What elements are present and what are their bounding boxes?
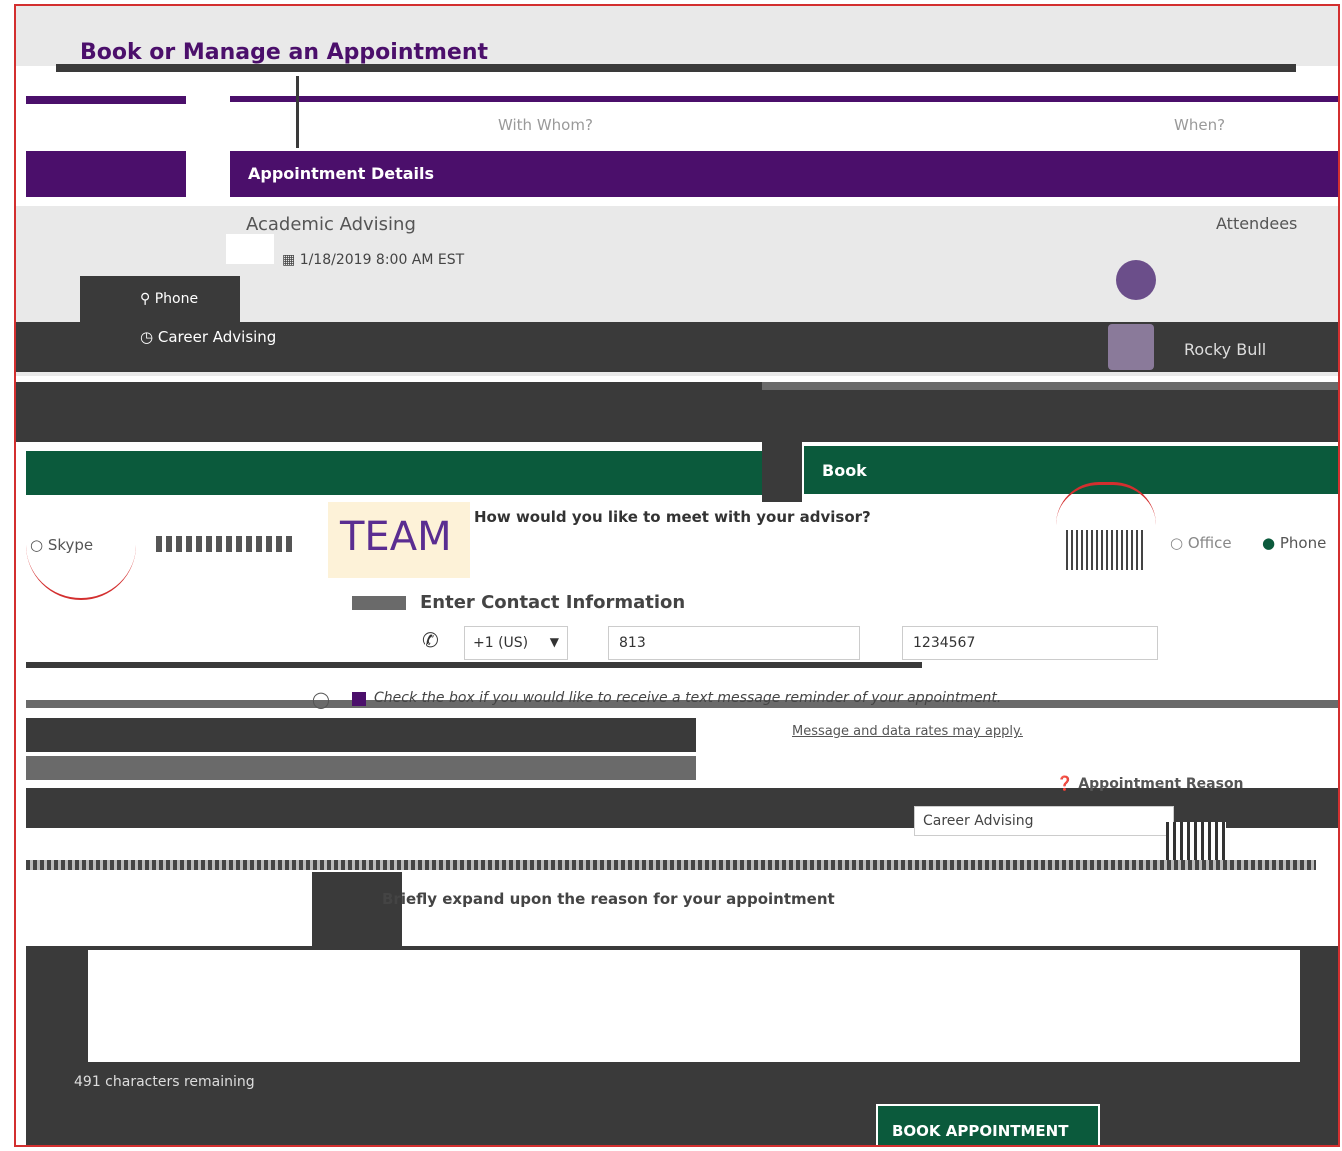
phone-label: Phone [1279, 534, 1327, 552]
glitch-strip [762, 382, 1338, 390]
meeting-option-office[interactable]: ○ Office [1170, 534, 1232, 552]
phone-number-value: 1234567 [913, 635, 976, 651]
phone-icon: ✆ [422, 628, 439, 652]
annotation-circle-bottom [26, 532, 136, 600]
header-glitch-line [56, 64, 1296, 72]
area-code-input[interactable]: 813 [608, 626, 860, 660]
step-with-whom[interactable]: With Whom? [498, 116, 593, 134]
dark-glitch-band [16, 382, 1338, 442]
country-code-value: +1 (US) [473, 635, 529, 651]
glitch-chevrons [156, 536, 296, 552]
page-title: Book or Manage an Appointment [80, 40, 489, 65]
reason-value: Career Advising [923, 813, 1034, 829]
screenshot-frame: Book or Manage an Appointment With Whom?… [14, 4, 1340, 1147]
expand-textarea[interactable] [88, 950, 1300, 1062]
step-progress-line [230, 96, 1338, 102]
book-title: Book [822, 461, 867, 480]
country-code-select[interactable]: +1 (US) ▼ [464, 626, 568, 660]
glitch-line-1 [26, 662, 922, 668]
glitch-block-1 [26, 718, 696, 752]
office-label: Office [1187, 534, 1232, 552]
location-text: Phone [154, 291, 199, 307]
appointment-datetime: ▦ 1/18/2019 8:00 AM EST [282, 252, 464, 268]
glitch-block-2 [26, 756, 696, 780]
attendees-label: Attendees [1216, 214, 1298, 233]
reason-label: Appointment Reason [1078, 776, 1244, 792]
chars-remaining: 491 characters remaining [74, 1074, 255, 1090]
sms-checkbox[interactable] [352, 692, 366, 706]
location-row: ⚲ Phone [140, 291, 198, 307]
attendee-avatar [1108, 324, 1154, 370]
contact-glitch [352, 596, 406, 610]
step-marker [296, 76, 299, 148]
meeting-option-phone[interactable]: ● Phone [1262, 534, 1326, 552]
glitch-bars [1066, 530, 1146, 570]
phone-radio-icon[interactable]: ● [1262, 534, 1280, 552]
book-header: Book [804, 446, 1338, 494]
service-name: Academic Advising [246, 214, 416, 235]
sms-checkbox-label: Check the box if you would like to recei… [374, 690, 1002, 706]
book-header-left [26, 451, 762, 495]
chevron-down-icon: ▼ [549, 635, 559, 649]
phone-number-input[interactable]: 1234567 [902, 626, 1158, 660]
help-icon: ❓ [1056, 776, 1079, 792]
clock-icon: ◷ [140, 328, 158, 346]
datetime-text: 1/18/2019 8:00 AM EST [299, 252, 465, 268]
sms-note: Message and data rates may apply. [792, 724, 1023, 739]
contact-heading: Enter Contact Information [420, 592, 686, 613]
appointment-details-header: Appointment Details [230, 151, 1338, 197]
category-text: Career Advising [157, 328, 277, 346]
area-code-value: 813 [619, 635, 646, 651]
book-appointment-label: BOOK APPOINTMENT [892, 1122, 1069, 1140]
office-radio-icon[interactable]: ○ [1170, 534, 1188, 552]
glitch-stripe [26, 860, 1316, 870]
team-label-box: TEAM [328, 502, 470, 578]
book-appointment-button[interactable]: BOOK APPOINTMENT [876, 1104, 1100, 1145]
attendee-name: Rocky Bull [1184, 340, 1267, 359]
book-header-gap [762, 442, 802, 502]
category-row: ◷ Career Advising [140, 328, 276, 346]
attendee-avatar-secondary [1116, 260, 1156, 300]
step-when[interactable]: When? [1174, 116, 1225, 134]
sidebar-block [26, 151, 186, 197]
calendar-icon: ▦ [282, 252, 300, 268]
sidebar-accent [26, 96, 186, 104]
location-icon: ⚲ [140, 291, 155, 307]
reason-row: ❓ Appointment Reason [1056, 776, 1244, 792]
meeting-question: How would you like to meet with your adv… [474, 508, 871, 526]
appointment-details-title: Appointment Details [248, 164, 435, 183]
reason-select[interactable]: Career Advising [914, 806, 1174, 836]
team-label: TEAM [340, 514, 452, 560]
details-glitch-white [226, 234, 274, 264]
info-icon: ◯ [312, 690, 330, 709]
glitch-bars-2 [1166, 822, 1226, 862]
expand-label: Briefly expand upon the reason for your … [382, 890, 835, 908]
